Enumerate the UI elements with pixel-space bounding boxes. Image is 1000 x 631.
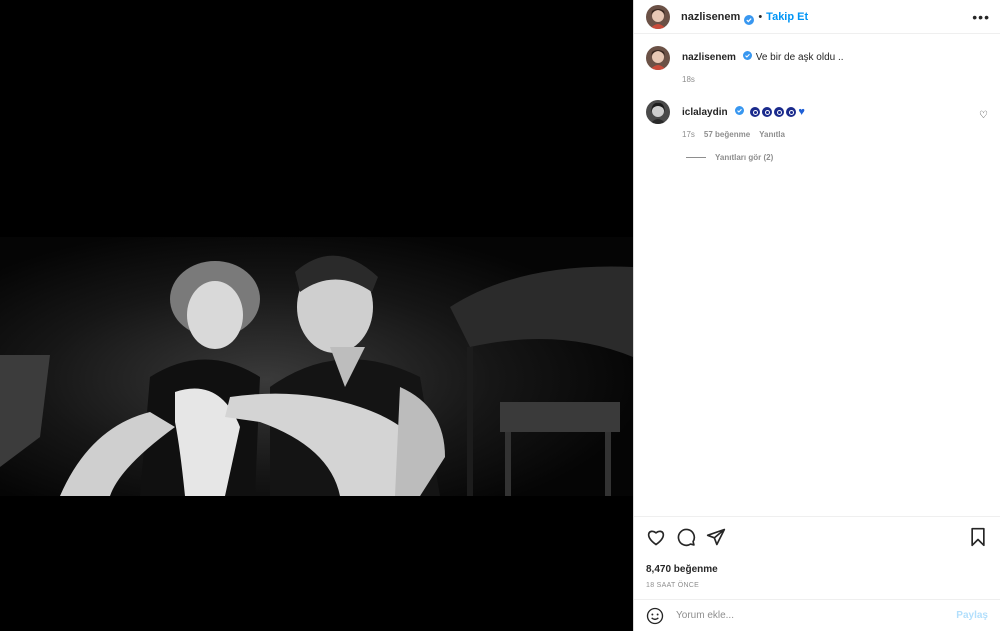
like-heart-icon[interactable] bbox=[646, 527, 666, 547]
post-header: nazlisenem • Takip Et ••• bbox=[634, 0, 1000, 34]
action-icons bbox=[646, 525, 988, 549]
comment-bubble-icon[interactable] bbox=[676, 527, 696, 547]
add-comment-bar: Paylaş bbox=[634, 599, 1000, 631]
evil-eye-emojis-icon bbox=[750, 107, 798, 118]
comment-text: iclalaydin ♥ bbox=[682, 100, 988, 120]
author-username[interactable]: nazlisenem bbox=[681, 11, 740, 23]
comment-body: iclalaydin ♥ 17s 57 beğenme Yanıtla bbox=[682, 100, 988, 139]
caption-text: nazlisenem Ve bir de aşk oldu .. bbox=[682, 46, 988, 65]
caption-row: nazlisenem Ve bir de aşk oldu .. 18s bbox=[646, 46, 988, 84]
likes-count[interactable]: 8,470 beğenme bbox=[646, 564, 988, 575]
post-comment-button[interactable]: Paylaş bbox=[956, 610, 988, 621]
reply-button[interactable]: Yanıtla bbox=[759, 130, 785, 139]
emoji-smiley-icon[interactable] bbox=[646, 607, 664, 625]
comment-row: iclalaydin ♥ 17s 57 beğenme Yanıtla ♡ bbox=[646, 100, 988, 139]
caption-time[interactable]: 18s bbox=[682, 75, 695, 84]
share-paper-plane-icon[interactable] bbox=[706, 527, 726, 547]
replies-line bbox=[686, 157, 706, 158]
caption-content: Ve bir de aşk oldu .. bbox=[755, 52, 844, 63]
blue-heart-icon: ♥ bbox=[798, 106, 805, 118]
post-media[interactable] bbox=[0, 0, 633, 631]
commenter-username[interactable]: iclalaydin bbox=[682, 107, 728, 118]
post-photo bbox=[0, 237, 633, 496]
more-options-icon[interactable]: ••• bbox=[972, 10, 990, 24]
separator-dot: • bbox=[758, 10, 763, 23]
post-sidebar: nazlisenem • Takip Et ••• nazlisenem Ve … bbox=[633, 0, 1000, 631]
comment-meta: 17s 57 beğenme Yanıtla bbox=[682, 130, 988, 139]
save-bookmark-icon[interactable] bbox=[968, 527, 988, 547]
view-replies-label: Yanıtları gör (2) bbox=[715, 153, 774, 162]
comment-input[interactable] bbox=[676, 610, 957, 621]
commenter-avatar[interactable] bbox=[646, 100, 670, 124]
post-timestamp[interactable]: 18 SAAT ÖNCE bbox=[646, 582, 988, 589]
follow-button[interactable]: Takip Et bbox=[766, 11, 808, 23]
comment-likes[interactable]: 57 beğenme bbox=[704, 130, 750, 139]
caption-body: nazlisenem Ve bir de aşk oldu .. 18s bbox=[682, 46, 988, 84]
post-actions: 8,470 beğenme 18 SAAT ÖNCE bbox=[634, 516, 1000, 589]
verified-badge-icon bbox=[742, 51, 753, 61]
comment-like-heart-icon[interactable]: ♡ bbox=[979, 110, 988, 121]
author-avatar[interactable] bbox=[646, 4, 670, 29]
comment-time[interactable]: 17s bbox=[682, 130, 695, 139]
caption-username[interactable]: nazlisenem bbox=[682, 52, 736, 63]
comments-section: nazlisenem Ve bir de aşk oldu .. 18s icl… bbox=[634, 34, 1000, 515]
post-modal: nazlisenem • Takip Et ••• nazlisenem Ve … bbox=[0, 0, 1000, 631]
caption-avatar[interactable] bbox=[646, 46, 670, 70]
view-replies-button[interactable]: Yanıtları gör (2) bbox=[686, 153, 988, 162]
verified-badge-icon bbox=[734, 106, 745, 116]
verified-badge-icon bbox=[744, 12, 755, 25]
caption-meta: 18s bbox=[682, 75, 988, 84]
